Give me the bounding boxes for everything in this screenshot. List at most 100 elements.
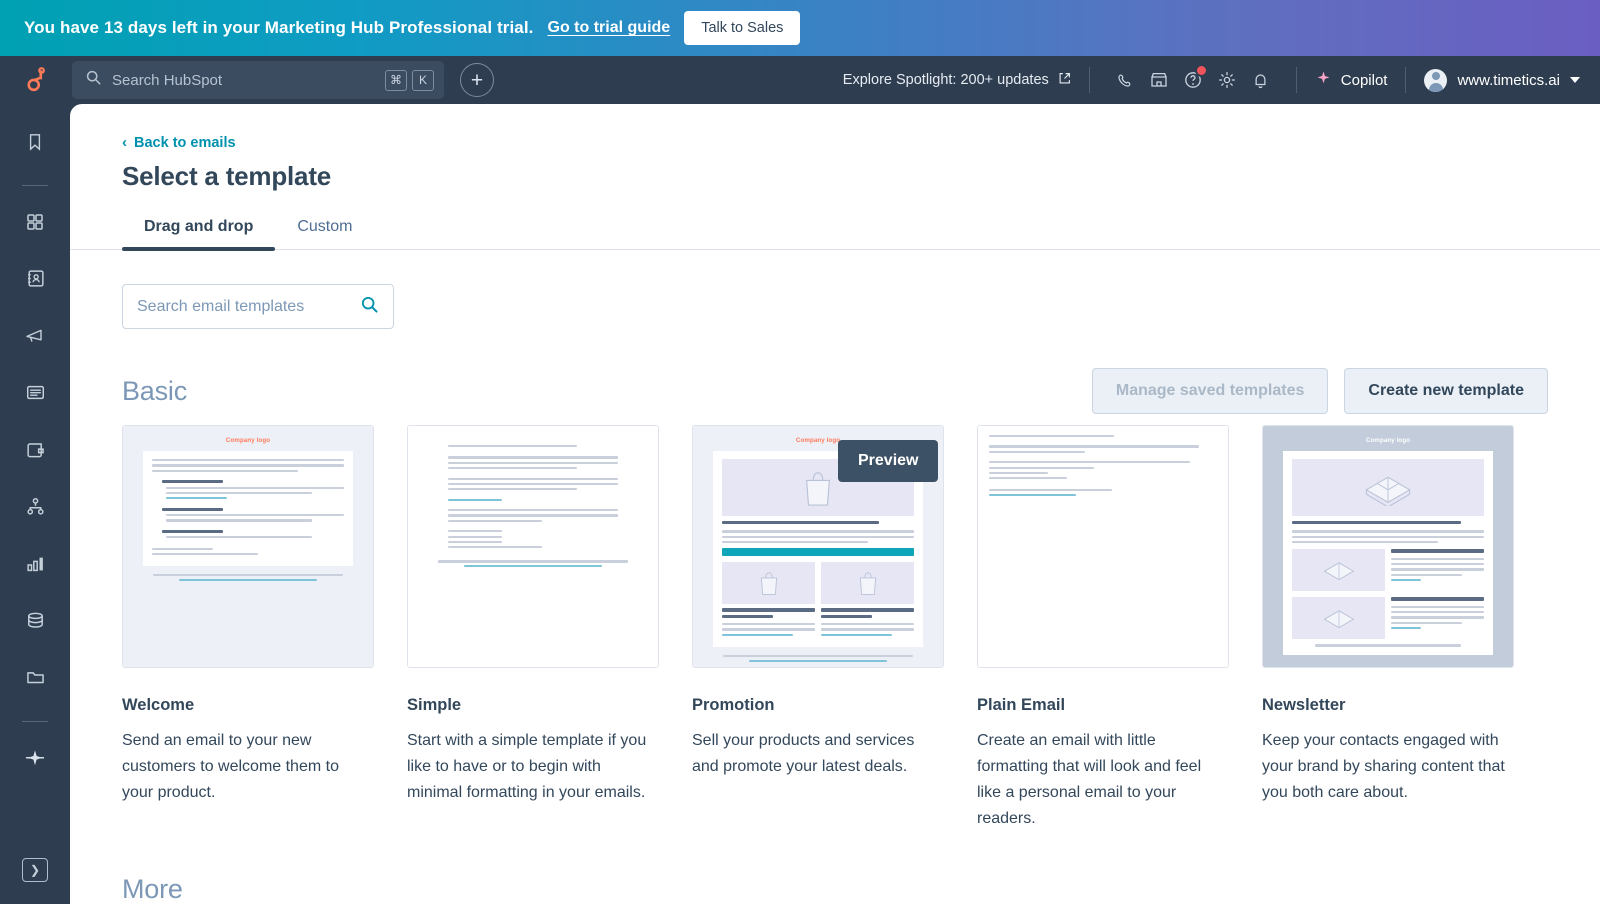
thumbnail-body	[978, 426, 1228, 496]
back-to-emails-link[interactable]: ‹ Back to emails	[122, 135, 236, 151]
thumbnail-preview-promotion: Company logo	[693, 426, 943, 667]
template-card-grid: Company logo	[122, 425, 1548, 832]
search-icon[interactable]	[360, 295, 379, 319]
template-search-input[interactable]	[137, 298, 360, 316]
account-menu[interactable]: www.timetics.ai	[1424, 69, 1580, 92]
expand-panel-icon[interactable]: ❯	[22, 858, 48, 882]
sidebar-item-workspaces[interactable]	[13, 202, 57, 246]
thumbnail-body	[408, 426, 658, 548]
content-icon	[25, 382, 46, 408]
manage-saved-templates-button[interactable]: Manage saved templates	[1092, 368, 1329, 414]
talk-to-sales-button[interactable]: Talk to Sales	[684, 11, 800, 45]
shortcut-letter-key: K	[412, 70, 434, 91]
create-new-button[interactable]: +	[460, 63, 494, 97]
template-thumbnail-plain-email[interactable]	[977, 425, 1229, 668]
thumbnail-hero-image	[1292, 459, 1484, 516]
tab-drag-and-drop[interactable]: Drag and drop	[122, 218, 275, 249]
wallet-icon	[25, 439, 46, 465]
body-region: ❯ ‹ Back to emails Select a template Dra…	[0, 104, 1600, 904]
help-icon[interactable]	[1176, 63, 1210, 97]
nav-divider-1	[1089, 67, 1090, 93]
create-new-template-button[interactable]: Create new template	[1344, 368, 1548, 414]
page-title: Select a template	[122, 161, 1600, 192]
tab-custom[interactable]: Custom	[275, 218, 374, 249]
megaphone-icon	[24, 325, 46, 352]
thumbnail-row-2	[1292, 597, 1484, 639]
sidebar-item-data-management[interactable]	[13, 601, 57, 645]
phone-icon[interactable]	[1108, 63, 1142, 97]
sidebar-item-commerce[interactable]	[13, 430, 57, 474]
notifications-bell-icon[interactable]	[1244, 63, 1278, 97]
template-description: Create an email with little formatting t…	[977, 728, 1229, 832]
sidebar-item-bookmarks[interactable]	[13, 122, 57, 166]
ai-sparkle-icon	[24, 747, 46, 774]
template-type-tabs: Drag and drop Custom	[70, 218, 1600, 250]
nav-divider-2	[1296, 67, 1297, 93]
settings-gear-icon[interactable]	[1210, 63, 1244, 97]
thumbnail-cta-button	[722, 548, 914, 556]
search-icon	[86, 70, 101, 90]
external-link-icon	[1058, 72, 1071, 89]
hubspot-sprocket-icon[interactable]	[18, 67, 56, 93]
thumbnail-preview-newsletter: Company logo	[1263, 426, 1513, 667]
explore-spotlight-link[interactable]: Explore Spotlight: 200+ updates	[843, 72, 1071, 89]
sidebar-item-library[interactable]	[13, 658, 57, 702]
template-card-simple: Simple Start with a simple template if y…	[407, 425, 659, 832]
thumbnail-row-1	[1292, 549, 1484, 591]
template-thumbnail-welcome[interactable]: Company logo	[122, 425, 374, 668]
bookmark-icon	[25, 132, 45, 157]
thumbnail-logo-text: Company logo	[693, 426, 943, 444]
trial-message: You have 13 days left in your Marketing …	[24, 18, 534, 38]
template-thumbnail-promotion[interactable]: Company logo	[692, 425, 944, 668]
automation-icon	[25, 496, 46, 522]
thumbnail-two-column	[722, 562, 914, 639]
template-description: Start with a simple template if you like…	[407, 728, 659, 806]
template-card-promotion: Company logo	[692, 425, 944, 832]
sidebar-item-crm[interactable]	[13, 259, 57, 303]
template-description: Sell your products and services and prom…	[692, 728, 944, 780]
sidebar-item-content[interactable]	[13, 373, 57, 417]
template-card-welcome: Company logo	[122, 425, 374, 832]
copilot-button[interactable]: Copilot	[1315, 70, 1388, 91]
marketplace-icon[interactable]	[1142, 63, 1176, 97]
sidebar-item-ai[interactable]	[13, 738, 57, 782]
thumbnail-hero-image	[722, 459, 914, 516]
sidebar-item-reporting[interactable]	[13, 544, 57, 588]
grid-dashboard-icon	[25, 212, 45, 237]
sidebar-item-marketing[interactable]	[13, 316, 57, 360]
template-thumbnail-newsletter[interactable]: Company logo	[1262, 425, 1514, 668]
template-card-newsletter: Company logo	[1262, 425, 1514, 832]
template-description: Keep your contacts engaged with your bra…	[1262, 728, 1514, 806]
top-nav-right-group: Explore Spotlight: 200+ updates	[843, 63, 1580, 97]
global-search-input[interactable]	[112, 72, 385, 89]
thumbnail-preview-plain-email	[978, 426, 1228, 667]
top-navigation-bar: ⌘ K + Explore Spotlight: 200+ updates	[0, 56, 1600, 104]
spotlight-label: Explore Spotlight: 200+ updates	[843, 72, 1049, 88]
thumbnail-body	[1283, 451, 1493, 655]
sidebar-expand-button[interactable]: ❯	[22, 858, 48, 882]
thumbnail-footer	[123, 574, 373, 581]
thumbnail-preview-simple	[408, 426, 658, 667]
template-title: Simple	[407, 696, 659, 715]
thumbnail-preview-welcome: Company logo	[123, 426, 373, 667]
template-thumbnail-simple[interactable]	[407, 425, 659, 668]
database-icon	[25, 610, 46, 636]
template-title: Newsletter	[1262, 696, 1514, 715]
avatar	[1424, 69, 1447, 92]
trial-banner: You have 13 days left in your Marketing …	[0, 0, 1600, 56]
sidebar-item-automations[interactable]	[13, 487, 57, 531]
copilot-label: Copilot	[1341, 72, 1388, 89]
sparkle-icon	[1315, 70, 1332, 91]
template-search-box[interactable]	[122, 284, 394, 329]
thumbnail-footer	[693, 655, 943, 662]
template-title: Promotion	[692, 696, 944, 715]
bar-chart-icon	[25, 553, 46, 579]
template-actions: Manage saved templates Create new templa…	[1092, 368, 1548, 414]
trial-guide-link[interactable]: Go to trial guide	[548, 19, 671, 37]
template-card-plain-email: Plain Email Create an email with little …	[977, 425, 1229, 832]
global-search-box[interactable]: ⌘ K	[72, 61, 444, 99]
sidebar-divider-bottom	[22, 721, 48, 722]
search-shortcut-hint: ⌘ K	[385, 70, 434, 91]
thumbnail-logo-text: Company logo	[1263, 426, 1513, 444]
folder-icon	[25, 667, 46, 693]
